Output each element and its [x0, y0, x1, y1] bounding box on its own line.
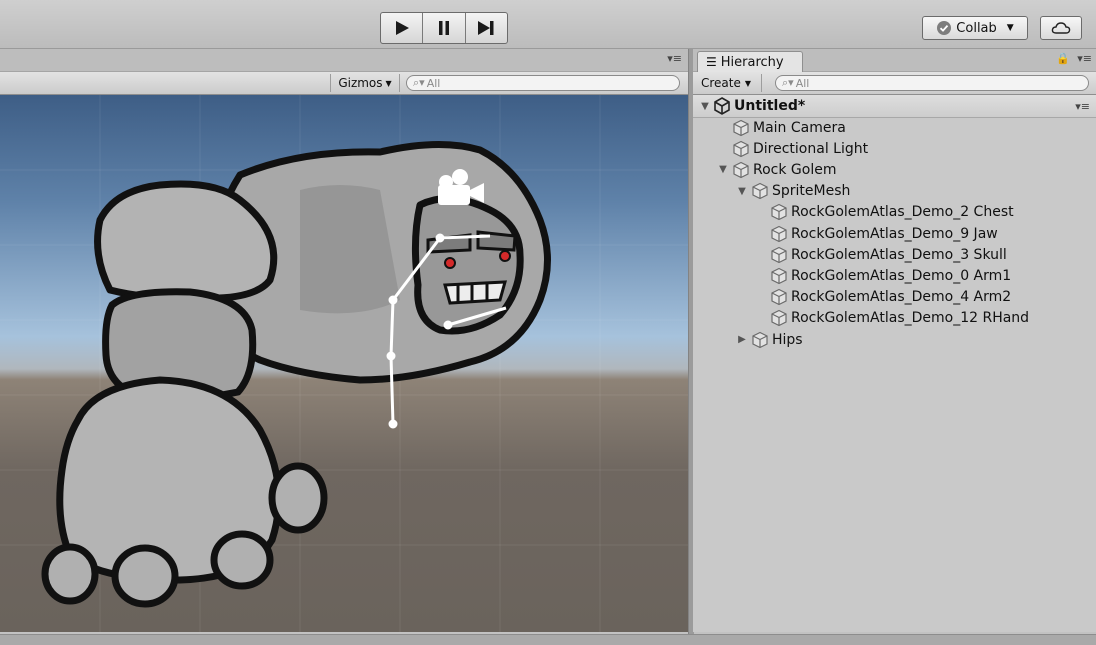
collab-label: Collab — [956, 20, 997, 36]
cloud-button[interactable] — [1040, 16, 1082, 40]
hierarchy-item-label: Hips — [772, 331, 803, 348]
pause-button[interactable] — [423, 13, 466, 43]
hierarchy-item-label: RockGolemAtlas_Demo_9 Jaw — [791, 225, 998, 242]
golem-finger — [210, 530, 274, 590]
hierarchy-item[interactable]: RockGolemAtlas_Demo_4 Arm2 — [755, 287, 1011, 308]
hierarchy-item-label: RockGolemAtlas_Demo_4 Arm2 — [791, 289, 1012, 306]
create-label: Create — [701, 76, 741, 90]
hierarchy-item-label: RockGolemAtlas_Demo_2 Chest — [791, 204, 1014, 221]
golem-eye — [444, 257, 456, 269]
tab-hierarchy[interactable]: ☰ Hierarchy — [697, 51, 803, 72]
step-icon — [478, 21, 494, 35]
rock-golem-sprite — [0, 95, 688, 632]
playback-controls — [380, 12, 508, 44]
gameobject-cube-icon — [770, 309, 788, 327]
chevron-down-icon: ▼ — [744, 78, 752, 88]
hierarchy-tab-bar: ☰ Hierarchy 🔒 ▾≡ — [693, 49, 1096, 72]
hierarchy-tree: ▼ Untitled* ▾≡ Main Camera Directional Li… — [693, 95, 1096, 632]
gameobject-cube-icon — [732, 161, 750, 179]
panel-menu-icon[interactable]: ▾≡ — [667, 52, 682, 65]
hierarchy-search-input[interactable]: ⌕▾ All — [775, 75, 1089, 91]
search-icon: ⌕▾ — [782, 76, 794, 89]
hierarchy-item-label: Rock Golem — [753, 161, 837, 178]
scene-search-placeholder: All — [426, 76, 441, 90]
scene-toolbar: Gizmos ▼ ⌕▾ All — [0, 72, 688, 95]
gameobject-cube-icon — [751, 331, 769, 349]
expand-arrow-icon[interactable]: ▼ — [736, 186, 748, 197]
hierarchy-item[interactable]: RockGolemAtlas_Demo_12 RHand — [755, 308, 1029, 329]
scene-tab-bar: ▾≡ — [0, 49, 688, 72]
golem-finger — [41, 543, 99, 605]
golem-finger — [268, 462, 328, 534]
hierarchy-item[interactable]: ▶ Hips — [736, 329, 803, 350]
scene-menu-icon[interactable]: ▾≡ — [1075, 100, 1090, 113]
create-dropdown[interactable]: Create ▼ — [701, 74, 762, 92]
hierarchy-item[interactable]: RockGolemAtlas_Demo_0 Arm1 — [755, 265, 1011, 286]
golem-finger — [111, 544, 179, 608]
gameobject-cube-icon — [732, 140, 750, 158]
expand-arrow-icon[interactable]: ▼ — [717, 164, 729, 175]
play-button[interactable] — [381, 13, 424, 43]
gameobject-cube-icon — [732, 119, 750, 137]
hierarchy-item-label: RockGolemAtlas_Demo_12 RHand — [791, 310, 1030, 327]
hierarchy-item-label: SpriteMesh — [772, 183, 851, 200]
check-circle-icon — [937, 21, 952, 35]
gameobject-cube-icon — [770, 267, 788, 285]
collapse-arrow-icon[interactable]: ▶ — [736, 334, 748, 345]
scene-name: Untitled* — [734, 98, 806, 114]
lock-icon[interactable]: 🔒 — [1056, 52, 1070, 65]
gameobject-cube-icon — [751, 182, 769, 200]
hierarchy-item[interactable]: RockGolemAtlas_Demo_9 Jaw — [755, 223, 998, 244]
gameobject-cube-icon — [770, 288, 788, 306]
hierarchy-toolbar: Create ▼ ⌕▾ All — [693, 72, 1096, 95]
golem-eye — [499, 250, 511, 262]
expand-arrow-icon[interactable]: ▼ — [699, 101, 711, 112]
collab-dropdown[interactable]: Collab ▼ — [922, 16, 1028, 40]
hierarchy-search-placeholder: All — [795, 76, 810, 90]
pause-icon — [438, 21, 449, 35]
chevron-down-icon: ▼ — [1006, 23, 1014, 33]
gameobject-cube-icon — [770, 246, 788, 264]
gizmos-label: Gizmos — [338, 76, 383, 90]
hierarchy-item[interactable]: ▼ SpriteMesh — [736, 181, 850, 202]
list-icon: ☰ — [706, 55, 717, 69]
gameobject-cube-icon — [770, 203, 788, 221]
scene-viewport[interactable] — [0, 95, 688, 632]
gameobject-cube-icon — [770, 225, 788, 243]
hierarchy-item-label: Directional Light — [753, 140, 869, 157]
hierarchy-tab-label: Hierarchy — [720, 54, 784, 70]
scene-row[interactable]: ▼ Untitled* ▾≡ — [693, 95, 1096, 118]
chevron-down-icon: ▼ — [385, 78, 392, 88]
hierarchy-item[interactable]: Directional Light — [717, 138, 868, 159]
panel-menu-icon[interactable]: ▾≡ — [1077, 52, 1092, 65]
unity-logo-icon — [714, 97, 730, 115]
hierarchy-item-label: RockGolemAtlas_Demo_0 Arm1 — [791, 267, 1012, 284]
status-bar — [0, 634, 1096, 645]
hierarchy-item[interactable]: RockGolemAtlas_Demo_2 Chest — [755, 202, 1014, 223]
hierarchy-item-label: RockGolemAtlas_Demo_3 Skull — [791, 246, 1007, 263]
step-button[interactable] — [466, 13, 507, 43]
main-toolbar: Collab ▼ — [0, 0, 1096, 49]
gizmos-dropdown[interactable]: Gizmos ▼ — [330, 74, 400, 92]
cloud-icon — [1051, 22, 1071, 34]
hierarchy-item-label: Main Camera — [753, 119, 846, 136]
hierarchy-item[interactable]: RockGolemAtlas_Demo_3 Skull — [755, 244, 1007, 265]
hierarchy-item[interactable]: ▼ Rock Golem — [717, 159, 836, 180]
golem-head — [411, 195, 524, 335]
search-icon: ⌕▾ — [413, 76, 425, 89]
hierarchy-item[interactable]: Main Camera — [717, 117, 846, 138]
play-icon — [395, 21, 409, 35]
scene-search-input[interactable]: ⌕▾ All — [406, 75, 680, 91]
